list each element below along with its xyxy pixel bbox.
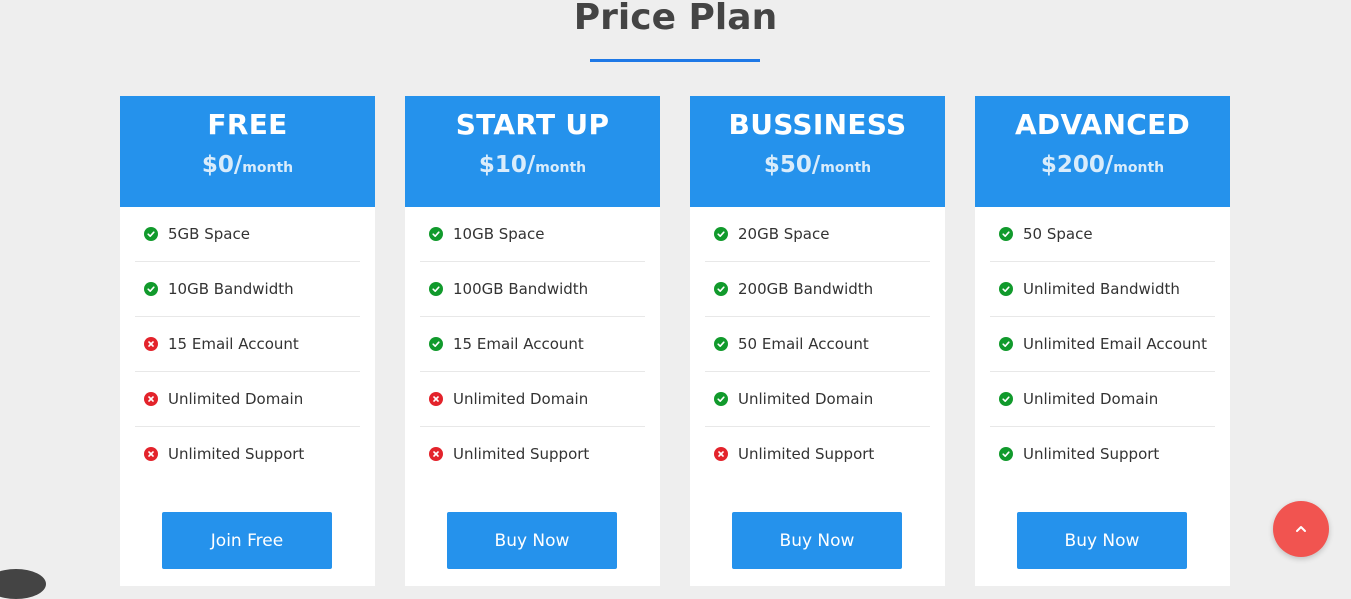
x-circle-icon — [714, 447, 728, 461]
feature-label: 5GB Space — [168, 225, 250, 243]
buy-now-button[interactable]: Buy Now — [732, 512, 902, 569]
feature-item: 100GB Bandwidth — [420, 262, 645, 317]
price-amount: $200/ — [1040, 152, 1114, 178]
check-circle-icon — [429, 282, 443, 296]
feature-label: 10GB Bandwidth — [168, 280, 294, 298]
plan-header: ADVANCED $200/month — [975, 96, 1230, 207]
feature-label: Unlimited Support — [1023, 445, 1160, 463]
title-underline — [590, 59, 760, 62]
plan-price: $10/month — [405, 150, 660, 183]
feature-list: 10GB Space 100GB Bandwidth 15 Email Acco… — [405, 207, 660, 481]
feature-item: Unlimited Domain — [990, 372, 1215, 427]
feature-item: 5GB Space — [135, 207, 360, 262]
plan-name: START UP — [455, 108, 610, 141]
feature-item: Unlimited Domain — [135, 372, 360, 427]
feature-label: 20GB Space — [738, 225, 830, 243]
price-period: month — [820, 160, 872, 176]
feature-item: Unlimited Support — [420, 427, 645, 481]
price-amount: $10/ — [478, 152, 536, 178]
feature-label: 200GB Bandwidth — [738, 280, 874, 298]
x-circle-icon — [144, 392, 158, 406]
feature-item: 15 Email Account — [420, 317, 645, 372]
plan-name: FREE — [207, 108, 288, 141]
feature-label: Unlimited Bandwidth — [1023, 280, 1180, 298]
feature-item: 15 Email Account — [135, 317, 360, 372]
feature-label: 100GB Bandwidth — [453, 280, 589, 298]
buy-now-button[interactable]: Buy Now — [447, 512, 617, 569]
check-circle-icon — [999, 392, 1013, 406]
feature-item: Unlimited Support — [135, 427, 360, 481]
price-period: month — [1113, 160, 1165, 176]
plan-price: $50/month — [690, 150, 945, 183]
feature-label: Unlimited Support — [453, 445, 590, 463]
price-period: month — [242, 160, 294, 176]
feature-item: Unlimited Support — [705, 427, 930, 481]
x-circle-icon — [144, 337, 158, 351]
feature-label: Unlimited Email Account — [1023, 335, 1207, 353]
feature-item: 20GB Space — [705, 207, 930, 262]
x-circle-icon — [144, 447, 158, 461]
feature-item: 200GB Bandwidth — [705, 262, 930, 317]
plan-name: ADVANCED — [1014, 108, 1191, 141]
check-circle-icon — [714, 392, 728, 406]
chevron-up-icon — [1296, 526, 1306, 532]
feature-item: Unlimited Support — [990, 427, 1215, 481]
join-free-button[interactable]: Join Free — [162, 512, 332, 569]
feature-item: Unlimited Email Account — [990, 317, 1215, 372]
check-circle-icon — [999, 227, 1013, 241]
feature-item: Unlimited Bandwidth — [990, 262, 1215, 317]
feature-label: 50 Space — [1023, 225, 1093, 243]
check-circle-icon — [999, 447, 1013, 461]
section-title: Price Plan — [573, 0, 778, 38]
x-circle-icon — [429, 392, 443, 406]
x-circle-icon — [429, 447, 443, 461]
feature-list: 5GB Space 10GB Bandwidth 15 Email Accoun… — [120, 207, 375, 481]
check-circle-icon — [714, 282, 728, 296]
feature-label: 15 Email Account — [453, 335, 584, 353]
feature-label: Unlimited Support — [168, 445, 305, 463]
plan-name: BUSSINESS — [728, 108, 907, 141]
feature-item: 50 Email Account — [705, 317, 930, 372]
plan-price: $0/month — [120, 150, 375, 183]
feature-label: Unlimited Domain — [738, 390, 874, 408]
feature-label: Unlimited Domain — [453, 390, 589, 408]
plan-card-bussiness: BUSSINESS $50/month 20GB Space 200GB Ban… — [690, 96, 945, 586]
check-circle-icon — [429, 227, 443, 241]
pricing-plans: FREE $0/month 5GB Space 10GB Bandwidth 1… — [120, 96, 1230, 586]
plan-price: $200/month — [975, 150, 1230, 183]
buy-now-button[interactable]: Buy Now — [1017, 512, 1187, 569]
feature-item: Unlimited Domain — [420, 372, 645, 427]
plan-header: BUSSINESS $50/month — [690, 96, 945, 207]
corner-decoration — [0, 569, 46, 599]
feature-label: 10GB Space — [453, 225, 545, 243]
feature-label: 15 Email Account — [168, 335, 299, 353]
feature-label: Unlimited Support — [738, 445, 875, 463]
check-circle-icon — [714, 337, 728, 351]
feature-item: 10GB Space — [420, 207, 645, 262]
scroll-to-top-button[interactable] — [1273, 501, 1329, 557]
feature-list: 20GB Space 200GB Bandwidth 50 Email Acco… — [690, 207, 945, 481]
check-circle-icon — [999, 282, 1013, 296]
feature-label: Unlimited Domain — [168, 390, 304, 408]
feature-item: Unlimited Domain — [705, 372, 930, 427]
feature-item: 10GB Bandwidth — [135, 262, 360, 317]
feature-list: 50 Space Unlimited Bandwidth Unlimited E… — [975, 207, 1230, 481]
plan-card-advanced: ADVANCED $200/month 50 Space Unlimited B… — [975, 96, 1230, 586]
feature-item: 50 Space — [990, 207, 1215, 262]
price-amount: $50/ — [763, 152, 821, 178]
price-period: month — [535, 160, 587, 176]
check-circle-icon — [144, 227, 158, 241]
price-amount: $0/ — [201, 152, 243, 178]
feature-label: 50 Email Account — [738, 335, 869, 353]
feature-label: Unlimited Domain — [1023, 390, 1159, 408]
check-circle-icon — [429, 337, 443, 351]
check-circle-icon — [999, 337, 1013, 351]
plan-header: FREE $0/month — [120, 96, 375, 207]
check-circle-icon — [714, 227, 728, 241]
check-circle-icon — [144, 282, 158, 296]
plan-card-free: FREE $0/month 5GB Space 10GB Bandwidth 1… — [120, 96, 375, 586]
plan-card-start-up: START UP $10/month 10GB Space 100GB Band… — [405, 96, 660, 586]
plan-header: START UP $10/month — [405, 96, 660, 207]
